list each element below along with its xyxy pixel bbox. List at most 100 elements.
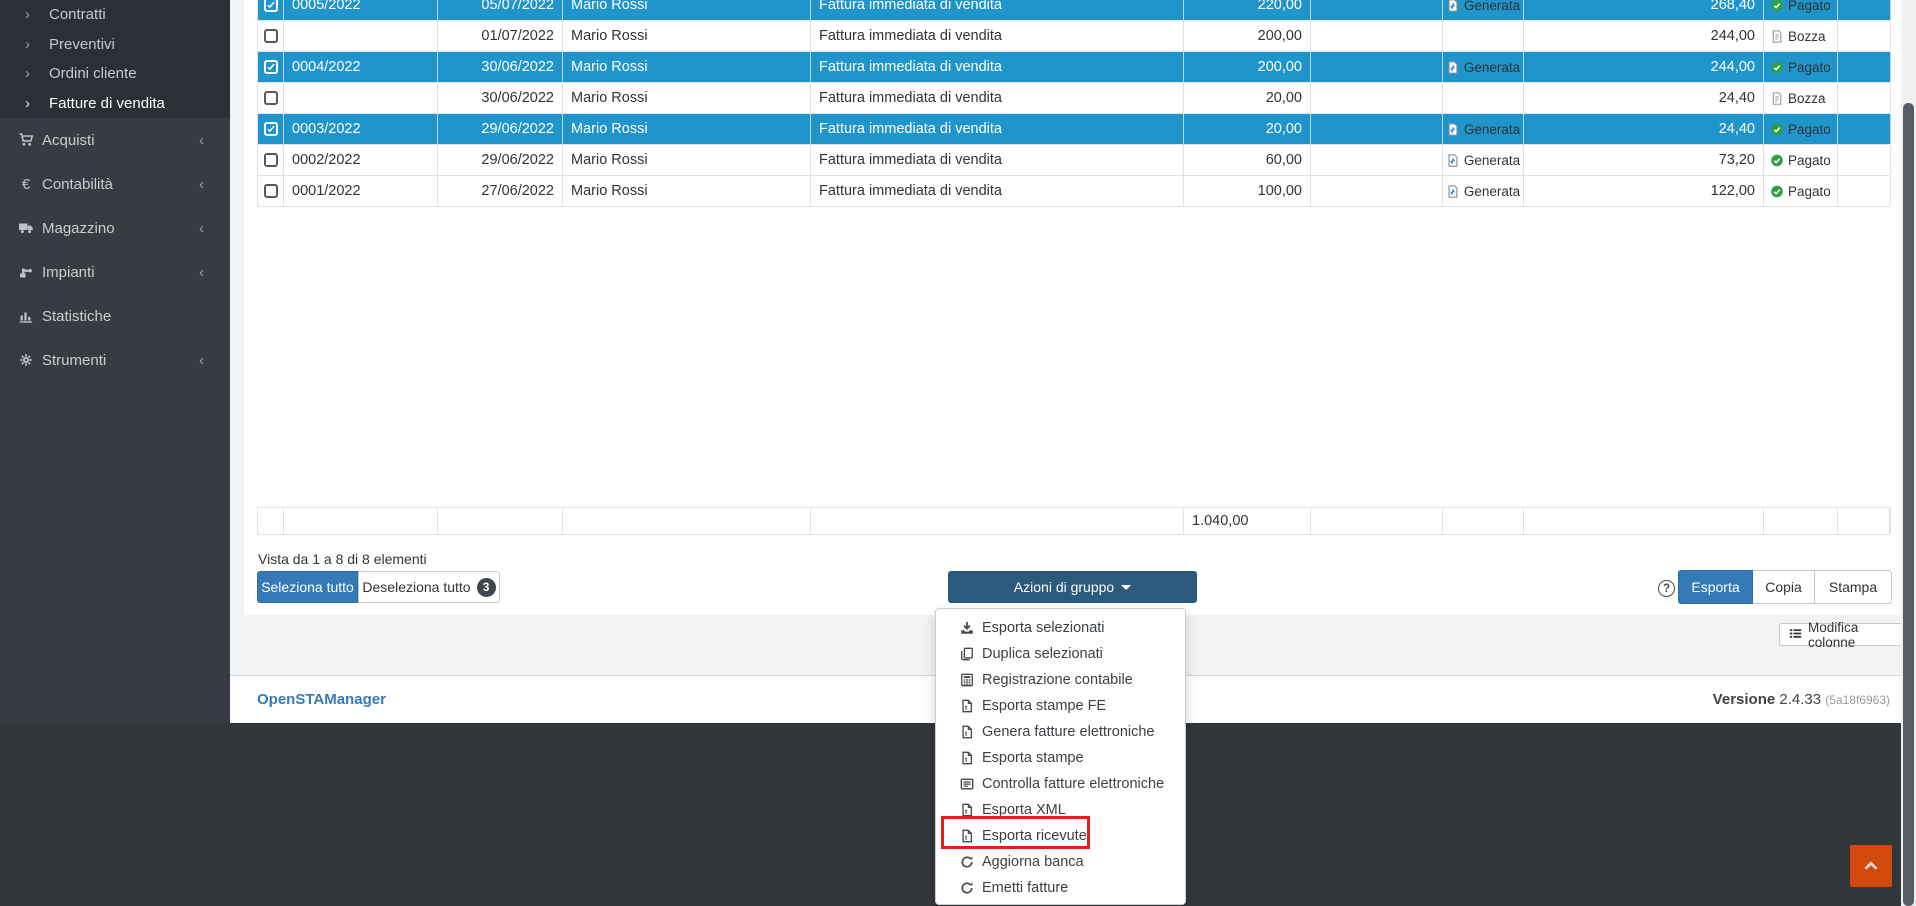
help-icon[interactable]: ? <box>1658 580 1675 597</box>
menu-item-esporta-stampe[interactable]: Esporta stampe <box>936 745 1185 771</box>
gear-icon <box>17 352 35 368</box>
menu-item-genera-fatture-elettroniche[interactable]: Genera fatture elettroniche <box>936 719 1185 745</box>
totals-imponibile: 1.040,00 <box>1184 508 1311 534</box>
menu-item-duplica-selezionati[interactable]: Duplica selezionati <box>936 641 1185 667</box>
modify-columns-button[interactable]: Modifica colonne <box>1779 623 1916 646</box>
cell-stato: Bozza <box>1764 83 1838 113</box>
status-badge: Bozza <box>1770 91 1826 106</box>
cell-totale: 268,40 <box>1524 0 1764 20</box>
sidebar-item-statistiche[interactable]: Statistiche <box>0 294 230 338</box>
dropdown-menu-item-label: Esporta selezionati <box>982 620 1105 636</box>
print-button[interactable]: Stampa <box>1815 570 1892 604</box>
table-row[interactable]: 01/07/2022 Mario Rossi Fattura immediata… <box>258 21 1890 52</box>
sidebar-submenu-item-label: Ordini cliente <box>49 65 137 82</box>
table-row[interactable]: 0005/2022 05/07/2022 Mario Rossi Fattura… <box>258 0 1890 21</box>
menu-item-esporta-ricevute[interactable]: Esporta ricevute <box>936 823 1185 849</box>
copy-icon <box>959 646 975 662</box>
menu-item-registrazione-contabile[interactable]: Registrazione contabile <box>936 667 1185 693</box>
invoices-table: 0005/2022 05/07/2022 Mario Rossi Fattura… <box>257 0 1890 207</box>
cell-data: 30/06/2022 <box>438 52 563 82</box>
menu-item-esporta-selezionati[interactable]: Esporta selezionati <box>936 615 1185 641</box>
cell-imponibile: 200,00 <box>1184 52 1311 82</box>
row-checkbox[interactable] <box>264 60 278 74</box>
dropdown-menu-item-label: Esporta XML <box>982 802 1066 818</box>
sidebar-item-preventivi[interactable]: › Preventivi <box>0 30 230 60</box>
row-checkbox-cell <box>258 0 284 20</box>
table-row[interactable]: 30/06/2022 Mario Rossi Fattura immediata… <box>258 83 1890 114</box>
sidebar-item-acquisti[interactable]: Acquisti ‹ <box>0 118 230 162</box>
sidebar-main-item-label: Impianti <box>42 264 95 281</box>
dropdown-menu-item-label: Controlla fatture elettroniche <box>982 776 1164 792</box>
version-text: Versione 2.4.33 (5a18f6963) <box>1713 691 1890 708</box>
row-checkbox-cell <box>258 21 284 51</box>
columns-icon <box>1789 627 1802 643</box>
generata-badge: Generata <box>1446 122 1520 137</box>
cell-empty <box>1838 176 1891 206</box>
cell-imponibile: 100,00 <box>1184 176 1311 206</box>
selection-count-badge: 3 <box>477 578 496 597</box>
angle-left-icon: ‹ <box>199 176 204 193</box>
table-row[interactable]: 0004/2022 30/06/2022 Mario Rossi Fattura… <box>258 52 1890 83</box>
row-checkbox[interactable] <box>264 184 278 198</box>
table-row[interactable]: 0003/2022 29/06/2022 Mario Rossi Fattura… <box>258 114 1890 145</box>
deselect-all-button[interactable]: Deseleziona tutto 3 <box>358 571 500 603</box>
cell-stato: Pagato <box>1764 52 1838 82</box>
menu-item-esporta-xml[interactable]: Esporta XML <box>936 797 1185 823</box>
generata-badge: Generata <box>1446 0 1520 13</box>
group-actions-dropdown: Esporta selezionati Duplica selezionati … <box>935 608 1186 905</box>
cell-fattura-elettronica <box>1443 21 1524 51</box>
row-checkbox[interactable] <box>264 29 278 43</box>
table-row[interactable]: 0001/2022 27/06/2022 Mario Rossi Fattura… <box>258 176 1890 207</box>
file-icon <box>959 750 975 766</box>
cell-empty <box>1311 0 1443 20</box>
cell-empty <box>1311 145 1443 175</box>
deselect-all-label: Deseleziona tutto <box>362 579 470 595</box>
draft-doc-icon <box>1770 29 1784 44</box>
select-all-button[interactable]: Seleziona tutto <box>257 571 358 603</box>
group-actions-button[interactable]: Azioni di gruppo <box>948 571 1197 603</box>
cell-descrizione: Fattura immediata di vendita <box>811 0 1184 20</box>
sidebar-main-item-label: Strumenti <box>42 352 106 369</box>
cell-fattura-elettronica: Generata <box>1443 114 1524 144</box>
cell-fattura-elettronica: Generata <box>1443 52 1524 82</box>
cell-empty <box>1838 21 1891 51</box>
cell-cliente: Mario Rossi <box>563 145 811 175</box>
row-checkbox[interactable] <box>264 0 278 12</box>
sidebar-main-item-label: Statistiche <box>42 308 111 325</box>
totals-cell <box>1764 508 1838 534</box>
scrollbar-track[interactable] <box>1901 0 1916 906</box>
cell-numero: 0001/2022 <box>284 176 438 206</box>
sidebar-item-impianti[interactable]: Impianti ‹ <box>0 250 230 294</box>
menu-item-emetti-fatture[interactable]: Emetti fatture <box>936 875 1185 901</box>
version-hash: (5a18f6963) <box>1825 693 1890 707</box>
menu-item-esporta-stampe-fe[interactable]: Esporta stampe FE <box>936 693 1185 719</box>
copy-button[interactable]: Copia <box>1753 570 1815 604</box>
scroll-to-top-button[interactable] <box>1850 845 1892 887</box>
cell-numero <box>284 83 438 113</box>
sidebar-item-contabilità[interactable]: € Contabilità ‹ <box>0 162 230 206</box>
status-badge: Pagato <box>1770 0 1831 13</box>
cell-empty <box>1311 176 1443 206</box>
table-totals-row: 1.040,00 <box>257 507 1890 535</box>
sidebar-item-strumenti[interactable]: Strumenti ‹ <box>0 338 230 382</box>
cell-cliente: Mario Rossi <box>563 114 811 144</box>
sidebar-item-fatture-di-vendita[interactable]: › Fatture di vendita <box>0 89 230 119</box>
row-checkbox[interactable] <box>264 153 278 167</box>
row-checkbox[interactable] <box>264 122 278 136</box>
sidebar-item-ordini-cliente[interactable]: › Ordini cliente <box>0 59 230 89</box>
scrollbar-thumb[interactable] <box>1903 103 1914 906</box>
export-button[interactable]: Esporta <box>1678 570 1753 604</box>
sidebar-item-magazzino[interactable]: Magazzino ‹ <box>0 206 230 250</box>
brand-link[interactable]: OpenSTAManager <box>257 691 386 708</box>
menu-item-controlla-fatture-elettroniche[interactable]: Controlla fatture elettroniche <box>936 771 1185 797</box>
cell-empty <box>1838 145 1891 175</box>
menu-item-aggiorna-banca[interactable]: Aggiorna banca <box>936 849 1185 875</box>
cell-data: 29/06/2022 <box>438 114 563 144</box>
cell-imponibile: 200,00 <box>1184 21 1311 51</box>
cell-data: 01/07/2022 <box>438 21 563 51</box>
chart-icon <box>17 308 35 324</box>
row-checkbox[interactable] <box>264 91 278 105</box>
sidebar-item-contratti[interactable]: › Contratti <box>0 0 230 30</box>
table-row[interactable]: 0002/2022 29/06/2022 Mario Rossi Fattura… <box>258 145 1890 176</box>
generated-doc-icon <box>1446 153 1460 168</box>
